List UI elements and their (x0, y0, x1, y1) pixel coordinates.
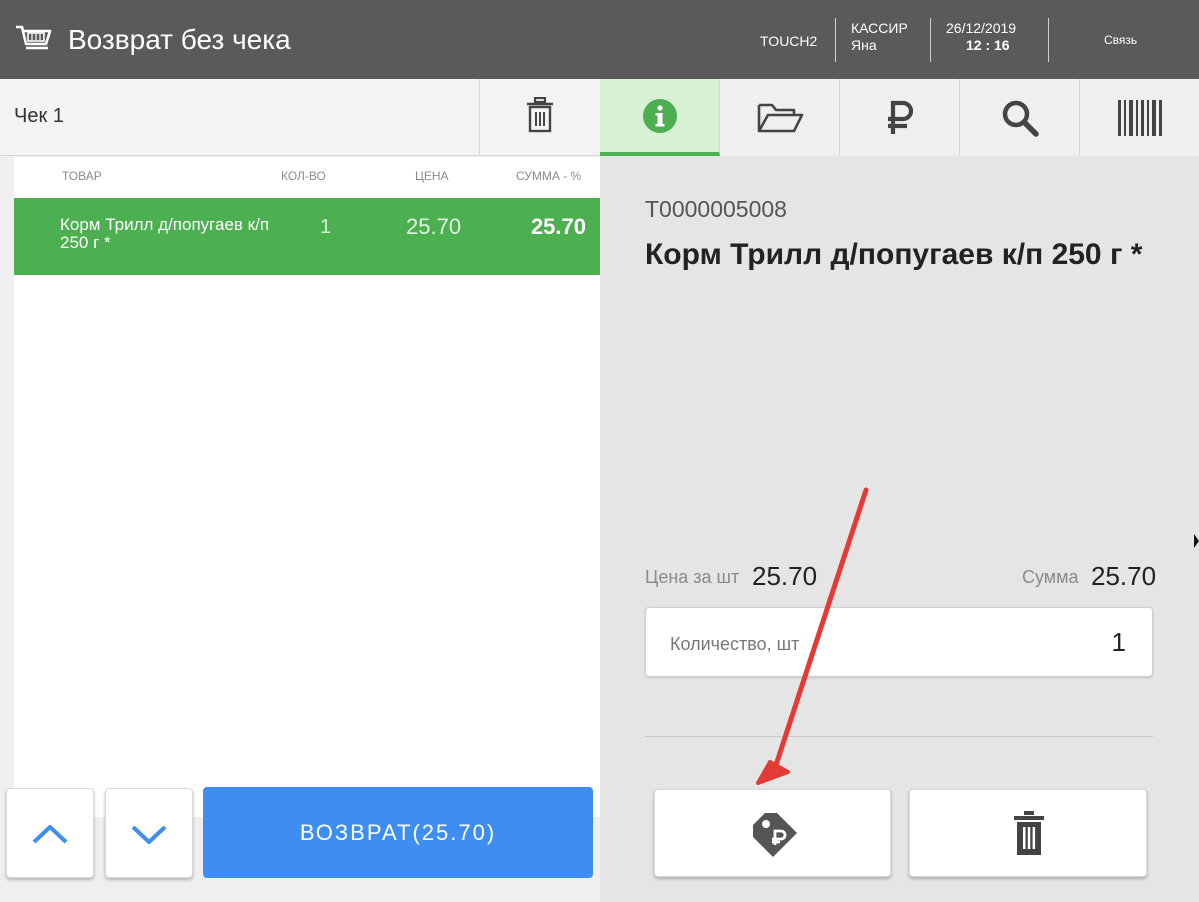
item-price: 25.70 (406, 214, 462, 239)
receipt-tab-label: Чек 1 (14, 105, 64, 127)
unit-price-value: 25.70 (752, 561, 818, 591)
item-qty: 1 (320, 216, 332, 238)
return-button[interactable]: ВОЗВРАТ(25.70) (203, 787, 593, 878)
info-icon (642, 98, 677, 133)
tab-folder[interactable] (720, 79, 840, 156)
cashier-name: Яна (851, 37, 877, 53)
tab-info[interactable] (600, 79, 720, 156)
trash-icon (1014, 811, 1044, 855)
folder-icon (757, 103, 803, 132)
divider (1048, 18, 1049, 62)
item-title: Корм Трилл д/попугаев к/п 250 г * (645, 238, 1143, 271)
detail-tabs (600, 79, 1199, 156)
scroll-down-button[interactable] (105, 788, 193, 878)
tab-search[interactable] (960, 79, 1080, 156)
cursor-marker (1194, 534, 1199, 548)
time-label: 12 : 16 (966, 37, 1010, 53)
delete-receipt-button[interactable] (479, 79, 600, 156)
receipt-items-list: ТОВАР КОЛ-ВО ЦЕНА СУММА - % Корм Трилл д… (14, 157, 600, 817)
unit-price-label: Цена за шт (645, 567, 740, 587)
quantity-label: Количество, шт (670, 634, 800, 654)
divider (645, 736, 1153, 737)
chevron-up-icon (32, 825, 68, 844)
connection-link[interactable]: Связь (1104, 33, 1137, 47)
cashier-label: КАССИР (851, 20, 908, 36)
receipt-panel: Чек 1 ТОВАР КОЛ-ВО ЦЕНА СУММА - % Корм Т… (0, 79, 600, 902)
divider (930, 18, 931, 62)
quantity-field[interactable]: Количество, шт 1 (645, 607, 1153, 677)
discount-button[interactable] (654, 789, 891, 877)
tab-payment[interactable] (840, 79, 960, 156)
top-bar: Возврат без чека TOUCH2 КАССИР Яна 26/12… (0, 0, 1199, 79)
sum-value: 25.70 (1091, 561, 1157, 591)
price-tag-icon (753, 813, 797, 857)
tab-barcode[interactable] (1080, 79, 1199, 156)
search-icon (1002, 100, 1039, 137)
column-header-price: ЦЕНА (415, 169, 449, 183)
barcode-icon (1118, 99, 1162, 136)
column-header-qty: КОЛ-ВО (281, 169, 326, 183)
item-sku: T0000005008 (645, 196, 787, 222)
date-label: 26/12/2019 (946, 20, 1017, 36)
divider (835, 18, 836, 62)
column-header-sum: СУММА - % (516, 169, 582, 183)
quantity-value: 1 (1111, 627, 1126, 657)
item-name: Корм Трилл д/попугаев к/п 250 г * (60, 215, 270, 252)
scroll-up-button[interactable] (6, 788, 94, 878)
cart-icon (16, 25, 52, 50)
item-detail-panel: T0000005008 Корм Трилл д/попугаев к/п 25… (600, 79, 1199, 902)
sum-label: Сумма (1022, 567, 1079, 587)
ruble-icon (887, 100, 913, 134)
column-header-item: ТОВАР (62, 169, 102, 183)
chevron-down-icon (131, 825, 167, 844)
table-row[interactable]: Корм Трилл д/попугаев к/п 250 г * 1 25.7… (14, 198, 600, 275)
column-headers: ТОВАР КОЛ-ВО ЦЕНА СУММА - % (14, 157, 600, 197)
terminal-label: TOUCH2 (760, 33, 818, 49)
item-sum: 25.70 (530, 214, 586, 239)
page-title: Возврат без чека (68, 24, 291, 55)
trash-icon (527, 97, 553, 133)
delete-item-button[interactable] (909, 789, 1147, 877)
receipt-tab[interactable]: Чек 1 (0, 79, 478, 156)
